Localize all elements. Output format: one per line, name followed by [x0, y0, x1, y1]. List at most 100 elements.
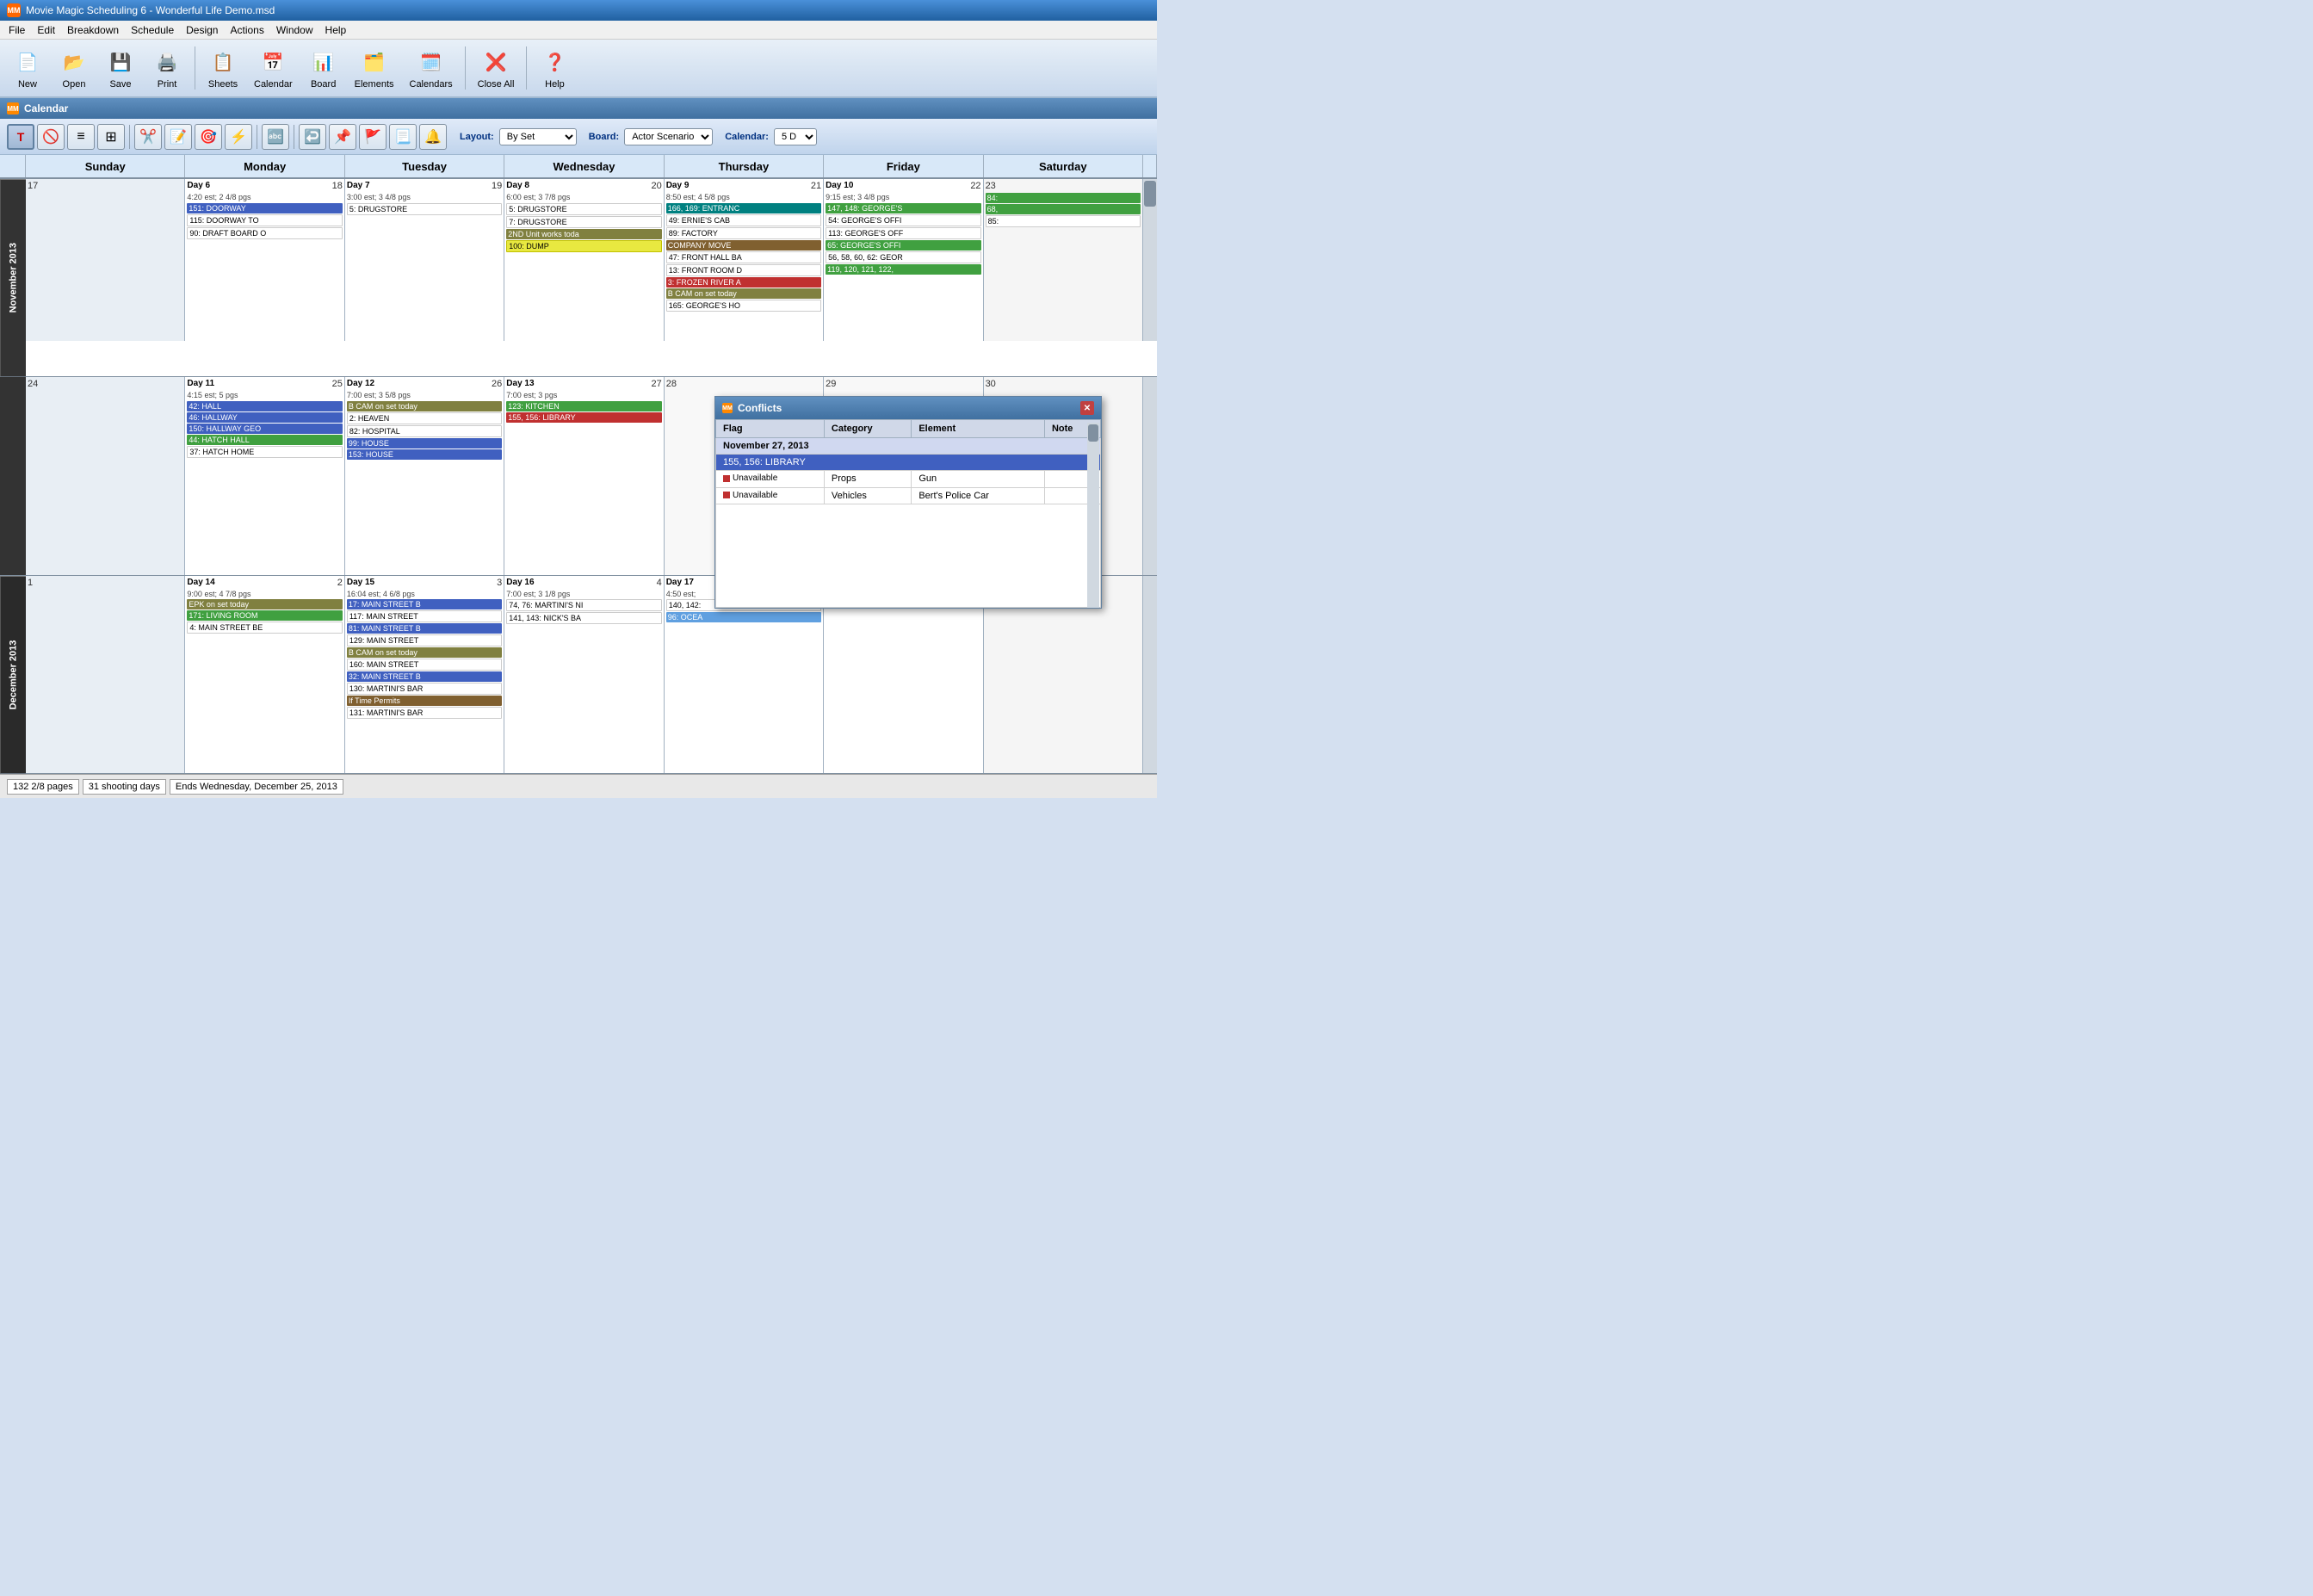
scrollbar-2[interactable]	[1143, 377, 1157, 574]
day-19[interactable]: Day 7 19 3:00 est; 3 4/8 pgs 5: DRUGSTOR…	[345, 179, 504, 341]
entry-19-1[interactable]: 5: DRUGSTORE	[347, 203, 502, 215]
board-button[interactable]: 📊 Board	[303, 43, 344, 93]
entry-dec4-1[interactable]: 74, 76: MARTINI'S NI	[506, 599, 661, 611]
grid-button[interactable]: ⊞	[97, 124, 125, 150]
entry-22-2[interactable]: 54: GEORGE'S OFFI	[826, 214, 980, 226]
entry-22-4[interactable]: 65: GEORGE'S OFFI	[826, 240, 980, 251]
entry-26-5[interactable]: 153: HOUSE	[347, 449, 502, 460]
calendar-select[interactable]: 5 D 7 D	[774, 128, 817, 145]
day-dec-4[interactable]: Day 16 4 7:00 est; 3 1/8 pgs 74, 76: MAR…	[504, 576, 664, 773]
entry-21-2[interactable]: 49: ERNIE'S CAB	[666, 214, 821, 226]
target-button[interactable]: 🎯	[195, 124, 222, 150]
entry-18-3[interactable]: 90: DRAFT BOARD O	[187, 227, 342, 239]
close-all-button[interactable]: ❌ Close All	[473, 43, 520, 93]
menu-edit[interactable]: Edit	[32, 22, 60, 38]
layout-select[interactable]: By Set By Day By Scene	[499, 128, 577, 145]
edit-button[interactable]: 📝	[164, 124, 192, 150]
menu-help[interactable]: Help	[320, 22, 352, 38]
entry-20-1[interactable]: 5: DRUGSTORE	[506, 203, 661, 215]
undo-button[interactable]: ↩️	[299, 124, 326, 150]
conflict-row-1[interactable]: Unavailable Props Gun	[716, 471, 1101, 488]
pin-button[interactable]: 📌	[329, 124, 356, 150]
entry-25-4[interactable]: 44: HATCH HALL	[187, 435, 342, 445]
entry-dec3-2[interactable]: 117: MAIN STREET	[347, 610, 502, 622]
entry-21-4[interactable]: COMPANY MOVE	[666, 240, 821, 251]
entry-27-1[interactable]: 123: KITCHEN	[506, 401, 661, 411]
elements-button[interactable]: 🗂️ Elements	[349, 43, 399, 93]
print-button[interactable]: 🖨️ Print	[146, 43, 188, 93]
day-dec-3[interactable]: Day 15 3 16:04 est; 4 6/8 pgs 17: MAIN S…	[345, 576, 504, 773]
entry-27-2[interactable]: 155, 156: LIBRARY	[506, 412, 661, 423]
save-button[interactable]: 💾 Save	[100, 43, 141, 93]
scissors-button[interactable]: ✂️	[134, 124, 162, 150]
entry-dec2-1[interactable]: EPK on set today	[187, 599, 342, 609]
day-21[interactable]: Day 9 21 8:50 est; 4 5/8 pgs 166, 169: E…	[665, 179, 824, 341]
day-17[interactable]: 17	[26, 179, 185, 341]
menu-schedule[interactable]: Schedule	[126, 22, 179, 38]
entry-21-8[interactable]: B CAM on set today	[666, 288, 821, 299]
entry-21-7[interactable]: 3: FROZEN RIVER A	[666, 277, 821, 288]
day-23[interactable]: 23 84: 68, 85:	[984, 179, 1143, 341]
entry-dec3-6[interactable]: 160: MAIN STREET	[347, 659, 502, 671]
list-button[interactable]: 📃	[389, 124, 417, 150]
entry-20-4[interactable]: 100: DUMP	[506, 240, 661, 252]
day-27[interactable]: Day 13 27 7:00 est; 3 pgs 123: KITCHEN 1…	[504, 377, 664, 574]
day-dec-1[interactable]: 1	[26, 576, 185, 773]
entry-dec3-1[interactable]: 17: MAIN STREET B	[347, 599, 502, 609]
day-25[interactable]: Day 11 25 4:15 est; 5 pgs 42: HALL 46: H…	[185, 377, 344, 574]
entry-dec3-3[interactable]: 81: MAIN STREET B	[347, 623, 502, 634]
entry-23-2[interactable]: 68,	[986, 204, 1141, 214]
day-22[interactable]: Day 10 22 9:15 est; 3 4/8 pgs 147, 148: …	[824, 179, 983, 341]
menu-window[interactable]: Window	[271, 22, 319, 38]
entry-18-2[interactable]: 115: DOORWAY TO	[187, 214, 342, 226]
entry-25-5[interactable]: 37: HATCH HOME	[187, 446, 342, 458]
entry-26-2[interactable]: 2: HEAVEN	[347, 412, 502, 424]
entry-22-6[interactable]: 119, 120, 121, 122,	[826, 264, 980, 275]
entry-23-1[interactable]: 84:	[986, 193, 1141, 203]
text-format-button[interactable]: T	[7, 124, 34, 150]
sheets-button[interactable]: 📋 Sheets	[202, 43, 244, 93]
sort-button[interactable]: 🔤	[262, 124, 289, 150]
day-20[interactable]: Day 8 20 6:00 est; 3 7/8 pgs 5: DRUGSTOR…	[504, 179, 664, 341]
entry-22-3[interactable]: 113: GEORGE'S OFF	[826, 227, 980, 239]
entry-dec3-10[interactable]: 131: MARTINI'S BAR	[347, 707, 502, 719]
entry-25-1[interactable]: 42: HALL	[187, 401, 342, 411]
no-entry-button[interactable]: 🚫	[37, 124, 65, 150]
menu-file[interactable]: File	[3, 22, 30, 38]
flag-button[interactable]: 🚩	[359, 124, 387, 150]
entry-dec2-2[interactable]: 171: LIVING ROOM	[187, 610, 342, 621]
dialog-scrollbar-thumb[interactable]	[1088, 424, 1098, 442]
action-button[interactable]: ⚡	[225, 124, 252, 150]
entry-21-1[interactable]: 166, 169: ENTRANC	[666, 203, 821, 213]
entry-dec3-5[interactable]: B CAM on set today	[347, 647, 502, 658]
menu-breakdown[interactable]: Breakdown	[62, 22, 124, 38]
entry-dec4-2[interactable]: 141, 143: NICK'S BA	[506, 612, 661, 624]
day-24[interactable]: 24	[26, 377, 185, 574]
entry-21-6[interactable]: 13: FRONT ROOM D	[666, 264, 821, 276]
calendars-button[interactable]: 🗓️ Calendars	[405, 43, 458, 93]
open-button[interactable]: 📂 Open	[53, 43, 95, 93]
menu-design[interactable]: Design	[181, 22, 223, 38]
entry-18-1[interactable]: 151: DOORWAY	[187, 203, 342, 213]
entry-26-3[interactable]: 82: HOSPITAL	[347, 425, 502, 437]
entry-23-3[interactable]: 85:	[986, 215, 1141, 227]
scrollbar-1[interactable]	[1143, 179, 1157, 341]
dialog-close-button[interactable]: ✕	[1080, 401, 1094, 415]
entry-25-2[interactable]: 46: HALLWAY	[187, 412, 342, 423]
conflict-row-2[interactable]: Unavailable Vehicles Bert's Police Car	[716, 487, 1101, 504]
calendar-button[interactable]: 📅 Calendar	[249, 43, 298, 93]
entry-21-5[interactable]: 47: FRONT HALL BA	[666, 251, 821, 263]
entry-dec3-4[interactable]: 129: MAIN STREET	[347, 634, 502, 646]
day-18[interactable]: Day 6 18 4:20 est; 2 4/8 pgs 151: DOORWA…	[185, 179, 344, 341]
entry-20-2[interactable]: 7: DRUGSTORE	[506, 216, 661, 228]
entry-21-3[interactable]: 89: FACTORY	[666, 227, 821, 239]
menu-actions[interactable]: Actions	[225, 22, 269, 38]
day-dec-2[interactable]: Day 14 2 9:00 est; 4 7/8 pgs EPK on set …	[185, 576, 344, 773]
day-26[interactable]: Day 12 26 7:00 est; 3 5/8 pgs B CAM on s…	[345, 377, 504, 574]
entry-21-9[interactable]: 165: GEORGE'S HO	[666, 300, 821, 312]
entry-dec2-3[interactable]: 4: MAIN STREET BE	[187, 622, 342, 634]
entry-dec5-2[interactable]: 96: OCEA	[666, 612, 821, 622]
entry-22-5[interactable]: 56, 58, 60, 62: GEOR	[826, 251, 980, 263]
alert-button[interactable]: 🔔	[419, 124, 447, 150]
entry-22-1[interactable]: 147, 148: GEORGE'S	[826, 203, 980, 213]
